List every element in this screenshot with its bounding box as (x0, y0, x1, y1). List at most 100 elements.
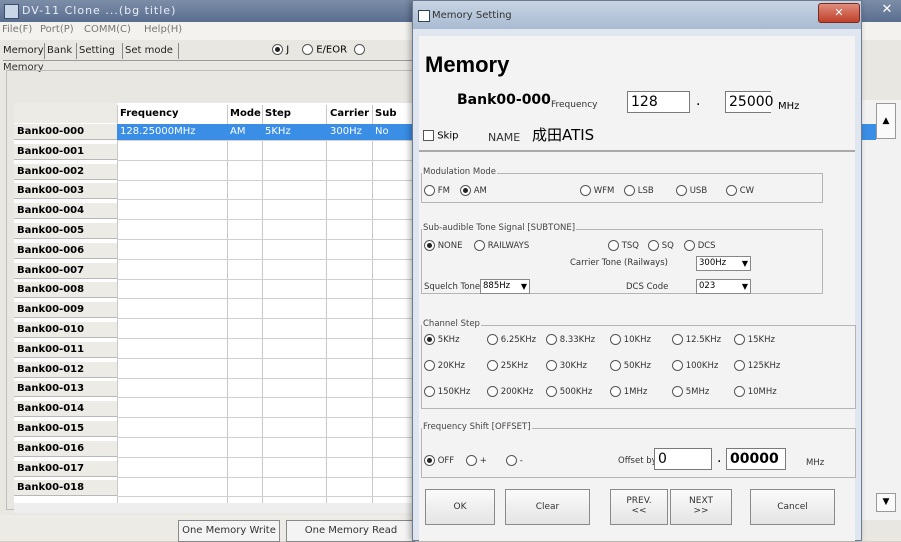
step-radio[interactable]: 12.5KHz (672, 334, 721, 345)
one-memory-write-button[interactable]: One Memory Write (178, 520, 280, 542)
prev-button[interactable]: PREV. << (610, 489, 668, 525)
row-header[interactable]: Bank00-014 (14, 401, 117, 418)
subtone-none-radio[interactable]: NONE (424, 240, 462, 251)
row-header[interactable]: Bank00-005 (14, 223, 117, 239)
grid-line (117, 140, 417, 141)
step-radio[interactable]: 200KHz (487, 386, 533, 397)
grid-hscroll[interactable] (14, 503, 414, 513)
step-radio[interactable]: 150KHz (424, 386, 470, 397)
clear-button[interactable]: Clear (505, 489, 590, 525)
step-label: 30KHz (559, 361, 587, 371)
row-header[interactable]: Bank00-006 (14, 242, 117, 259)
dcs-code-select[interactable]: 023 ▼ (696, 279, 751, 294)
subtone-sq-radio[interactable]: SQ (648, 240, 674, 251)
col-step[interactable]: Step (265, 108, 291, 119)
step-radio[interactable]: 50KHz (610, 360, 651, 371)
row-header[interactable]: Bank00-003 (14, 183, 117, 200)
subtone-tsq-radio[interactable]: TSQ (608, 240, 639, 251)
cancel-button[interactable]: Cancel (750, 489, 835, 525)
tab-memory[interactable]: Memory (3, 45, 44, 56)
step-radio[interactable]: 10KHz (610, 334, 651, 345)
col-sub[interactable]: Sub (375, 108, 396, 119)
menu-port[interactable]: Port(P) (40, 24, 74, 35)
name-input[interactable]: 成田ATIS (532, 124, 594, 145)
mod-cw-radio[interactable]: CW (726, 185, 754, 196)
offset-integer-input[interactable]: 0 (654, 448, 712, 470)
one-memory-read-button[interactable]: One Memory Read (286, 520, 415, 542)
grid-line (117, 278, 417, 280)
row-header[interactable]: Bank00-001 (14, 143, 117, 160)
skip-checkbox[interactable]: Skip (423, 130, 458, 142)
offset-fraction-input[interactable]: 00000 (726, 448, 786, 470)
row-header[interactable]: Bank00-016 (14, 440, 117, 457)
step-radio[interactable]: 25KHz (487, 360, 528, 371)
row-header[interactable]: Bank00-000 (14, 124, 117, 140)
step-label: 50KHz (623, 361, 651, 371)
shift-minus-radio[interactable]: - (506, 455, 523, 466)
step-radio[interactable]: 125KHz (734, 360, 780, 371)
subtone-dcs-radio[interactable]: DCS (684, 240, 716, 251)
mod-usb-radio[interactable]: USB (676, 185, 707, 196)
step-radio[interactable]: 15KHz (734, 334, 775, 345)
menu-comm[interactable]: COMM(C) (84, 24, 131, 35)
grid-corner (14, 103, 117, 123)
mod-fm-radio[interactable]: FM (424, 185, 450, 196)
frequency-fraction-input[interactable]: 25000 (725, 91, 774, 113)
step-radio[interactable]: 10MHz (734, 386, 777, 397)
col-carrier[interactable]: Carrier (330, 108, 369, 119)
radio-third[interactable] (354, 44, 365, 56)
mod-wfm-radio[interactable]: WFM (580, 185, 614, 196)
step-radio[interactable]: 30KHz (546, 360, 587, 371)
step-radio[interactable]: 5MHz (672, 386, 709, 397)
carrier-tone-label: Carrier Tone (Railways) (570, 258, 668, 268)
row-header[interactable]: Bank00-011 (14, 341, 117, 358)
radio-j[interactable]: J (272, 44, 289, 56)
menu-file[interactable]: File(F) (2, 24, 32, 35)
decimal-point: . (717, 450, 722, 466)
row-header[interactable]: Bank00-009 (14, 302, 117, 319)
col-mode[interactable]: Mode (230, 108, 261, 119)
row-header[interactable]: Bank00-004 (14, 203, 117, 220)
step-radio[interactable]: 6.25KHz (487, 334, 536, 345)
step-label: 200KHz (500, 387, 534, 397)
ok-button[interactable]: OK (425, 489, 495, 525)
frequency-integer-input[interactable]: 128 (627, 91, 690, 113)
scroll-down-icon[interactable]: ▼ (876, 493, 896, 512)
dialog-title: Memory Setting (432, 10, 512, 21)
subtone-railways-radio[interactable]: RAILWAYS (474, 240, 529, 251)
frequency-label: Frequency (551, 100, 598, 110)
close-icon[interactable]: ✕ (818, 3, 860, 23)
row-header[interactable]: Bank00-012 (14, 361, 117, 378)
col-frequency[interactable]: Frequency (120, 108, 179, 119)
row-header[interactable]: Bank00-017 (14, 460, 117, 477)
mod-lsb-radio[interactable]: LSB (624, 185, 654, 196)
close-icon[interactable]: ✕ (877, 2, 897, 18)
row-header[interactable]: Bank00-010 (14, 322, 117, 338)
tab-set-mode[interactable]: Set mode (125, 45, 173, 56)
row-header[interactable]: Bank00-015 (14, 421, 117, 437)
step-radio[interactable]: 500KHz (546, 386, 592, 397)
scroll-up-icon[interactable]: ▲ (876, 103, 896, 139)
carrier-tone-select[interactable]: 300Hz ▼ (696, 256, 751, 271)
tab-bank[interactable]: Bank (47, 45, 72, 56)
radio-e-eor[interactable]: E/EOR (302, 44, 347, 56)
menu-help[interactable]: Help(H) (144, 24, 182, 35)
row-header[interactable]: Bank00-013 (14, 381, 117, 398)
dialog-heading: Memory (425, 52, 510, 77)
row-header[interactable]: Bank00-008 (14, 282, 117, 299)
grid-line (117, 357, 417, 359)
tab-setting[interactable]: Setting (79, 45, 115, 56)
shift-plus-radio[interactable]: + (466, 455, 487, 466)
mod-am-radio[interactable]: AM (460, 185, 487, 196)
step-radio[interactable]: 100KHz (672, 360, 718, 371)
step-radio[interactable]: 8.33KHz (546, 334, 595, 345)
step-radio[interactable]: 1MHz (610, 386, 647, 397)
row-header[interactable]: Bank00-018 (14, 480, 117, 497)
row-header[interactable]: Bank00-007 (14, 262, 117, 279)
step-radio[interactable]: 5KHz (424, 334, 460, 345)
step-radio[interactable]: 20KHz (424, 360, 465, 371)
shift-off-radio[interactable]: OFF (424, 455, 454, 466)
row-header[interactable]: Bank00-002 (14, 163, 117, 180)
squelch-tone-select[interactable]: 885Hz ▼ (480, 279, 530, 294)
next-button[interactable]: NEXT >> (670, 489, 732, 525)
